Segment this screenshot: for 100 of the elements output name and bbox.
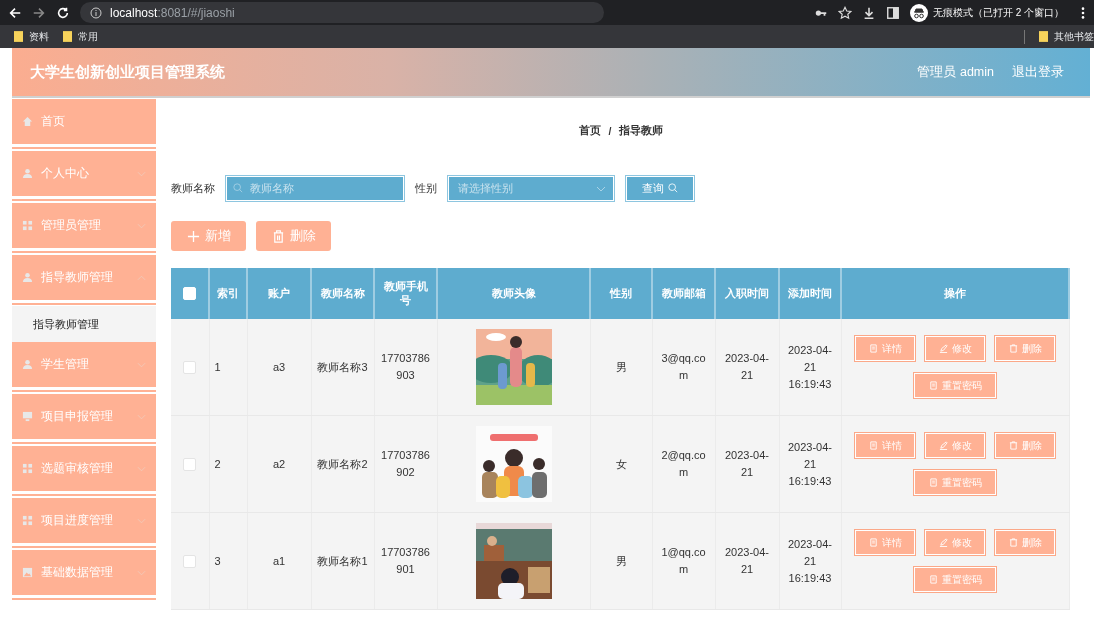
document-icon [868,538,878,547]
other-bookmarks[interactable]: 其他书签 [1054,29,1094,44]
monitor-icon [22,411,33,422]
detail-button[interactable]: 详情 [854,335,916,362]
app-title: 大学生创新创业项目管理系统 [30,62,226,82]
column-header: 添加时间 [788,286,832,299]
search-icon [668,183,678,193]
field-label: 教师名称 [171,180,215,196]
field-label: 性别 [415,180,437,196]
chevron-icon [137,274,146,281]
table-cell: a1 [272,554,286,567]
edit-button[interactable]: 修改 [924,432,986,459]
folder-icon [1039,31,1048,42]
trash-icon [1008,538,1018,547]
table-cell: 2023-04-21 [724,352,769,381]
gender-select[interactable]: 请选择性别 [447,174,615,202]
table-cell: 1 [214,360,221,373]
column-header: 账户 [268,286,290,299]
bookmark-label[interactable]: 资料 [29,29,49,44]
menu-icon[interactable] [1080,5,1086,20]
trash-icon [1008,441,1018,450]
chevron-icon [137,222,146,229]
delete-button[interactable]: 删除 [994,432,1056,459]
column-header: 教师手机号 [383,279,428,306]
pencil-icon [938,344,948,353]
column-header: 教师头像 [491,286,536,299]
folder-icon [14,31,23,42]
breadcrumb-link[interactable]: 首页 [578,124,601,138]
table-cell: 女 [615,457,627,470]
side-panel-icon[interactable] [885,5,900,20]
delete-button[interactable]: 删除 [994,529,1056,556]
chevron-icon [137,170,146,177]
row-checkbox[interactable] [183,458,197,472]
table-cell: 2023-04-21 [724,546,769,575]
table-cell: 3@qq.com [661,352,706,381]
chevron-icon [137,569,146,576]
table-cell: a2 [272,457,286,470]
reload-icon[interactable] [56,5,70,20]
grid-icon [22,220,33,231]
search-icon [233,182,243,193]
table-cell: 2023-04-21 [724,449,769,478]
trash-icon [1008,344,1018,353]
table-cell: 17703786902 [381,449,430,478]
breadcrumb-separator: / [608,125,612,137]
document-icon [928,381,938,390]
user-icon [22,359,33,370]
row-checkbox[interactable] [183,361,197,375]
table-cell: 17703786901 [381,546,430,575]
table-cell: 2023-04-21 16:19:43 [787,440,832,487]
grid-icon [22,463,33,474]
user-label: 管理员 admin [917,63,994,81]
edit-button[interactable]: 修改 [924,529,986,556]
search-field[interactable]: 教师名称 [225,174,405,202]
row-checkbox[interactable] [183,555,197,569]
table-cell: 男 [615,360,627,373]
column-header: 操作 [944,286,966,299]
plus-icon [186,229,200,243]
table-cell: 教师名称2 [317,457,368,470]
query-button[interactable]: 查询 [625,174,695,202]
pencil-icon [938,441,948,450]
chevron-icon [137,361,146,368]
trash-icon [271,229,285,243]
bookmark-label[interactable]: 常用 [78,29,98,44]
user-icon [22,168,33,179]
detail-button[interactable]: 详情 [854,529,916,556]
delete-button[interactable]: 删除 [994,335,1056,362]
table-cell: 2@qq.com [661,449,706,478]
address-bar[interactable]: localhost:8081/#/jiaoshi [80,2,604,23]
home-icon [22,116,33,127]
document-icon [868,344,878,353]
submenu-item[interactable]: 指导教师管理 [12,306,156,342]
select-all-checkbox[interactable] [183,287,196,301]
add-button[interactable]: 新增 [171,221,246,251]
detail-button[interactable]: 详情 [854,432,916,459]
image-icon [22,567,33,578]
table-cell: 2023-04-21 16:19:43 [787,343,832,390]
column-header: 教师名称 [320,286,365,299]
column-header: 索引 [217,286,239,299]
table-cell: 2 [214,457,221,470]
reset-password-button[interactable]: 重置密码 [913,566,997,593]
chevron-icon [137,517,146,524]
reset-password-button[interactable]: 重置密码 [913,372,997,399]
star-icon[interactable] [837,5,852,20]
edit-button[interactable]: 修改 [924,335,986,362]
logout-link[interactable]: 退出登录 [1012,63,1064,81]
chevron-icon [137,465,146,472]
reset-password-button[interactable]: 重置密码 [913,469,997,496]
table-cell: 3 [214,554,221,567]
table-cell: 教师名称1 [317,554,368,567]
column-header: 入职时间 [725,286,769,299]
delete-button[interactable]: 删除 [256,221,331,251]
table-cell: a3 [272,360,286,373]
back-icon[interactable] [8,5,22,20]
document-icon [928,575,938,584]
document-icon [928,478,938,487]
breadcrumb-link[interactable]: 指导教师 [619,124,664,138]
forward-icon[interactable] [32,5,46,20]
incognito-badge[interactable]: 无痕模式（已打开 2 个窗口） [909,3,1070,22]
column-header: 性别 [610,286,632,299]
chevron-icon [596,185,606,192]
